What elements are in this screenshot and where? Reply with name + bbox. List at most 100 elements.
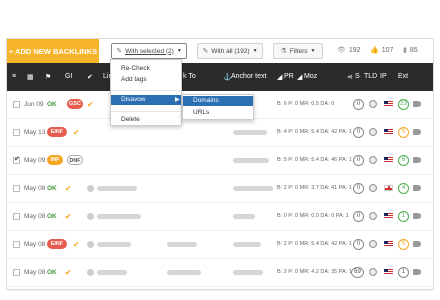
submenu-item-urls[interactable]: URLs [193,109,209,116]
row-s: 0 [353,99,364,110]
link-url[interactable] [97,214,141,219]
col-ip[interactable]: IP [380,73,387,80]
row-s: 0 [353,127,364,138]
row-metrics: B: 5 P: 0 MR: 5.4 DA: 46 PA: 1 [277,157,352,163]
caret-down-icon: ▼ [176,48,182,54]
add-new-backlinks-button[interactable]: + ADD NEW BACKLINKS [7,39,99,63]
check-icon: ✔ [87,100,94,109]
row-checkbox[interactable] [13,269,20,276]
with-all-button[interactable]: ✎ With all (192) ▼ [197,43,263,59]
row-tag: GSC [67,99,83,109]
backlinks-panel: + ADD NEW BACKLINKS ✎ With selected (2) … [6,38,434,291]
col-pr[interactable]: PR [284,73,294,80]
anchor-text [233,242,261,247]
link-url[interactable] [97,242,131,247]
flag-icon[interactable]: ⚑ [45,73,51,81]
globe-icon [369,240,377,248]
caret-down-icon: ▼ [252,48,258,54]
row-date: May 13 [24,129,46,136]
row-ext: 4 [398,183,409,194]
tag-icon[interactable] [413,213,421,219]
check-icon[interactable]: ✔ [87,73,93,81]
submenu-item-domains-label: Domains [193,97,219,104]
col-moz[interactable]: Moz [304,73,317,80]
table-row[interactable]: May 08 OK ✔ B: 2 P: 0 MR: 3.7 DA: 41 PA:… [7,175,433,203]
table-row[interactable]: May 13 EINF ✔ B: 4 P: 0 MR: 5.4 DA: 42 P… [7,119,433,147]
anchor-text [233,130,267,135]
filter-icon: ⚗ [280,48,287,55]
anchor-text [233,158,269,163]
tag-icon[interactable] [413,157,421,163]
tag-icon[interactable] [413,269,421,275]
us-flag-icon [384,129,393,135]
globe-icon [369,268,377,276]
menu-divider [111,111,181,112]
table-row[interactable]: May 08 OK ✔ B: 2 P: 0 MR: 4.2 DA: 35 PA:… [7,259,433,287]
row-status: OK [47,101,57,108]
us-flag-icon [384,101,393,107]
table-row[interactable]: May 08 EINF ✔ B: 2 P: 0 MR: 5.4 DA: 42 P… [7,231,433,259]
col-tld[interactable]: TLD [364,73,377,80]
menu-item-add-tags[interactable]: Add tags [121,76,147,83]
row-checkbox[interactable] [13,185,20,192]
col-link-to[interactable]: k To [183,73,196,80]
globe-icon [369,212,377,220]
row-s: 0 [353,155,364,166]
menu-icon[interactable]: ≡ [12,73,16,80]
views-stat: 👁 192 [337,46,361,55]
globe-icon [369,184,377,192]
favicon [87,185,94,192]
row-metrics: B: 2 P: 0 MR: 5.4 DA: 42 PA: 1 [277,241,352,247]
tag-icon[interactable] [413,185,421,191]
calendar-icon[interactable]: ▦ [27,73,34,81]
row-status: OK [47,269,57,276]
row-s: 69 [351,267,364,278]
link-url[interactable] [97,186,137,191]
col-s[interactable]: S [355,73,360,80]
row-s: 0 [353,183,364,194]
tag-icon[interactable] [413,241,421,247]
row-tag: INF [47,155,63,165]
with-selected-button[interactable]: ✎ With selected (2) ▼ [111,43,187,59]
row-date: Jun 09 [24,101,44,108]
row-checkbox[interactable] [13,155,20,164]
col-anchor[interactable]: Anchor text [231,73,266,80]
pencil-icon: ✎ [202,48,209,55]
anchor-text [233,186,273,191]
row-checkbox[interactable] [13,213,20,220]
row-checkbox[interactable] [13,101,20,108]
filters-label: Filters [289,47,308,55]
table-row[interactable] [7,287,433,291]
submenu-item-domains[interactable]: Domains [183,96,253,106]
filters-button[interactable]: ⚗ Filters ▼ [273,43,323,59]
menu-item-disavow[interactable]: Disavow ▶ [111,95,181,105]
tag-icon[interactable] [413,101,421,107]
table-row[interactable]: May 08 OK ✔ B: 0 P: 0 MR: 0.0 DA: 0 PA: … [7,203,433,231]
us-flag-icon [384,213,393,219]
row-checkbox[interactable] [13,129,20,136]
menu-item-delete[interactable]: Delete [121,116,140,123]
anchor-text [233,214,255,219]
check-icon: ✔ [65,184,72,193]
col-gi[interactable]: GI [65,73,72,80]
link-to-url[interactable] [167,242,197,247]
favicon [87,241,94,248]
pencil-icon: ✎ [116,48,123,55]
uk-flag-icon [384,185,393,191]
row-checkbox[interactable] [13,241,20,248]
chevron-right-icon: ▶ [175,97,180,103]
menu-item-recheck[interactable]: Re-Check [121,65,150,72]
row-s: 0 [353,239,364,250]
row-metrics: B: 2 P: 0 MR: 4.2 DA: 35 PA: 1 [277,269,352,275]
check-icon: ✔ [73,128,80,137]
toolbar: + ADD NEW BACKLINKS ✎ With selected (2) … [7,39,433,63]
anchor-text [233,270,263,275]
col-ext[interactable]: Ext [398,73,408,80]
row-metrics: B: 2 P: 0 MR: 3.7 DA: 41 PA: 1 [277,185,352,191]
link-url[interactable] [97,270,127,275]
row-status: OK [47,213,57,220]
tag-icon[interactable] [413,129,421,135]
link-to-url[interactable] [167,270,201,275]
thumbs-up-icon: 👍 [370,47,379,54]
table-row[interactable]: May 09 INF DNF B: 5 P: 0 MR: 5.4 DA: 46 … [7,147,433,175]
